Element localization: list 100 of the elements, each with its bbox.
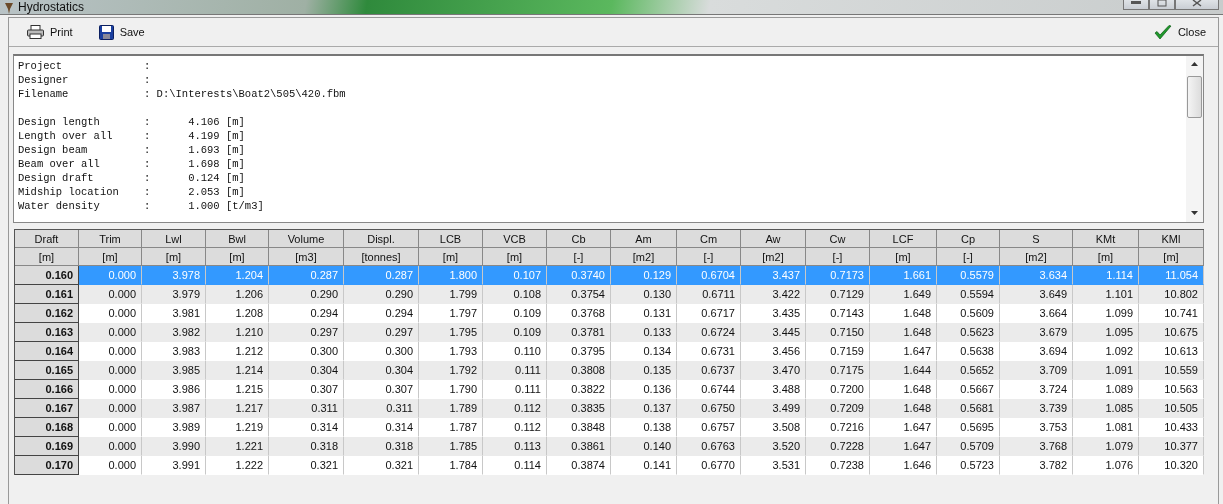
table-cell: 10.741 (1139, 304, 1204, 323)
row-header[interactable]: 0.169 (15, 437, 79, 456)
table-cell: 1.661 (870, 266, 937, 285)
table-cell: 0.6724 (677, 323, 741, 342)
table-cell: 0.300 (344, 342, 419, 361)
row-header[interactable]: 0.163 (15, 323, 79, 342)
table-cell: 1.076 (1073, 456, 1139, 475)
check-icon (1153, 24, 1172, 40)
minimize-button[interactable] (1123, 0, 1149, 10)
column-header[interactable]: Draft (15, 230, 79, 248)
table-cell: 1.212 (206, 342, 269, 361)
table-cell: 0.5638 (937, 342, 1000, 361)
maximize-button[interactable] (1149, 0, 1175, 10)
scroll-down-icon[interactable] (1191, 211, 1198, 216)
column-header[interactable]: Am (611, 230, 677, 248)
column-header[interactable]: LCF (870, 230, 937, 248)
table-cell: 0.110 (483, 342, 547, 361)
table-cell: 1.101 (1073, 285, 1139, 304)
scrollbar[interactable] (1186, 56, 1203, 222)
close-button[interactable]: Close (1153, 24, 1206, 40)
report-line: Filename : D:\Interests\Boat2\505\420.fbm (18, 87, 347, 101)
table-cell: 0.6763 (677, 437, 741, 456)
column-header[interactable]: Cw (806, 230, 870, 248)
row-header[interactable]: 0.167 (15, 399, 79, 418)
table-cell: 3.724 (1000, 380, 1073, 399)
table-cell: 0.131 (611, 304, 677, 323)
column-header[interactable]: Trim (79, 230, 142, 248)
unit-header: [-] (547, 248, 611, 266)
column-header[interactable]: S (1000, 230, 1073, 248)
table-cell: 0.6757 (677, 418, 741, 437)
table-cell: 3.499 (741, 399, 806, 418)
table-cell: 1.787 (419, 418, 483, 437)
column-header[interactable]: KMl (1139, 230, 1204, 248)
report-line: Design beam : 1.693 [m] (18, 143, 246, 157)
row-header[interactable]: 0.165 (15, 361, 79, 380)
maximize-icon (1157, 0, 1167, 7)
unit-header: [-] (677, 248, 741, 266)
column-header[interactable]: LCB (419, 230, 483, 248)
column-header[interactable]: Lwl (142, 230, 206, 248)
unit-header: [m] (15, 248, 79, 266)
table-cell: 1.221 (206, 437, 269, 456)
table-cell: 3.768 (1000, 437, 1073, 456)
table-cell: 3.664 (1000, 304, 1073, 323)
scroll-up-icon[interactable] (1191, 62, 1198, 67)
column-header[interactable]: Aw (741, 230, 806, 248)
table-cell: 0.109 (483, 323, 547, 342)
table-cell: 10.613 (1139, 342, 1204, 361)
table-cell: 1.795 (419, 323, 483, 342)
minimize-icon (1131, 0, 1141, 5)
column-header[interactable]: Cp (937, 230, 1000, 248)
table-cell: 1.099 (1073, 304, 1139, 323)
unit-header: [m] (1139, 248, 1204, 266)
table-cell: 0.114 (483, 456, 547, 475)
report-line: Project : (18, 59, 152, 73)
table-cell: 0.111 (483, 361, 547, 380)
table-cell: 3.982 (142, 323, 206, 342)
table-cell: 1.793 (419, 342, 483, 361)
row-header[interactable]: 0.160 (15, 266, 79, 285)
row-header[interactable]: 0.164 (15, 342, 79, 361)
table-cell: 1.206 (206, 285, 269, 304)
report-line: Design draft : 0.124 [m] (18, 171, 246, 185)
table-cell: 3.435 (741, 304, 806, 323)
table-cell: 10.433 (1139, 418, 1204, 437)
column-header[interactable]: Cm (677, 230, 741, 248)
table-cell: 0.6737 (677, 361, 741, 380)
row-header[interactable]: 0.168 (15, 418, 79, 437)
table-cell: 3.634 (1000, 266, 1073, 285)
column-header[interactable]: KMt (1073, 230, 1139, 248)
table-cell: 0.3848 (547, 418, 611, 437)
table-cell: 0.3861 (547, 437, 611, 456)
table-cell: 0.113 (483, 437, 547, 456)
row-header[interactable]: 0.170 (15, 456, 79, 475)
column-header[interactable]: Cb (547, 230, 611, 248)
scroll-thumb[interactable] (1187, 76, 1202, 118)
save-button[interactable]: Save (98, 24, 145, 40)
table-cell: 0.297 (344, 323, 419, 342)
row-header[interactable]: 0.161 (15, 285, 79, 304)
column-header[interactable]: VCB (483, 230, 547, 248)
table-cell: 3.991 (142, 456, 206, 475)
column-header[interactable]: Volume (269, 230, 344, 248)
column-header[interactable]: Bwl (206, 230, 269, 248)
table-cell: 1.647 (870, 418, 937, 437)
table-cell: 1.081 (1073, 418, 1139, 437)
table-cell: 1.092 (1073, 342, 1139, 361)
table-cell: 0.6717 (677, 304, 741, 323)
table-cell: 0.000 (79, 266, 142, 285)
table-cell: 1.647 (870, 342, 937, 361)
close-button[interactable] (1175, 0, 1219, 10)
table-cell: 0.318 (344, 437, 419, 456)
unit-header: [m] (483, 248, 547, 266)
row-header[interactable]: 0.162 (15, 304, 79, 323)
table-cell: 1.789 (419, 399, 483, 418)
unit-header: [m] (419, 248, 483, 266)
column-header[interactable]: Displ. (344, 230, 419, 248)
print-button[interactable]: Print (27, 25, 73, 39)
table-cell: 1.089 (1073, 380, 1139, 399)
table-cell: 0.000 (79, 418, 142, 437)
row-header[interactable]: 0.166 (15, 380, 79, 399)
table-cell: 0.6731 (677, 342, 741, 361)
table-cell: 0.000 (79, 285, 142, 304)
